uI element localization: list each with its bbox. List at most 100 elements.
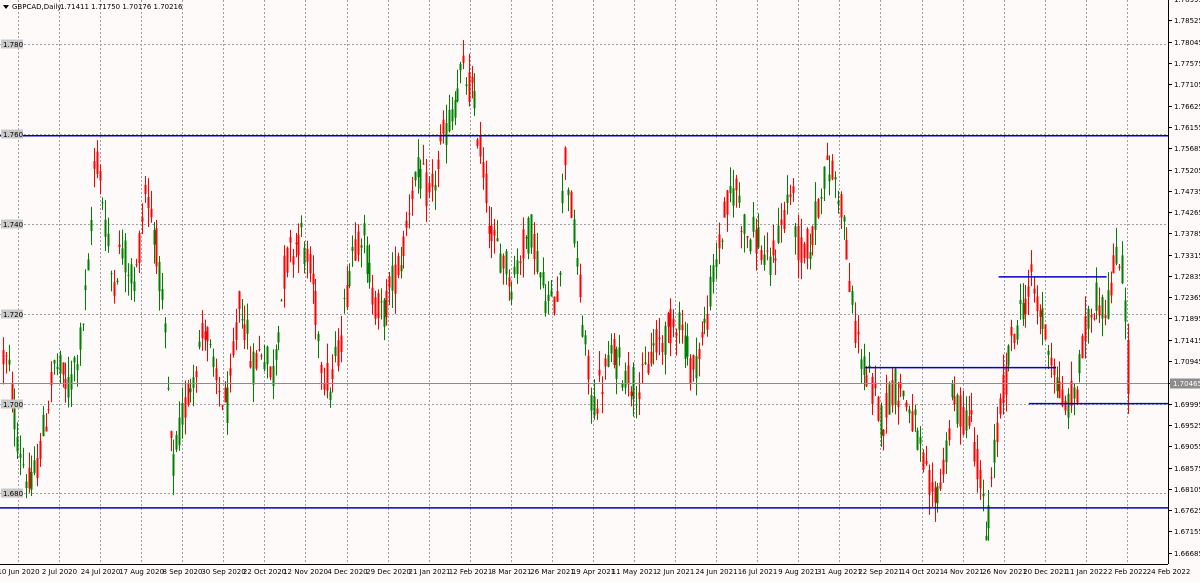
x-tick-label: 8 Sep 2020 (163, 568, 203, 576)
candle-body (482, 162, 485, 178)
candle-body (806, 228, 809, 259)
candle-body (340, 335, 343, 353)
candle-body (2, 350, 5, 365)
candle-body (1024, 298, 1027, 315)
candle-body (880, 405, 883, 436)
candle-body (689, 358, 692, 384)
candle-body (280, 300, 283, 302)
candle-body (184, 397, 187, 418)
candle-body (70, 374, 73, 390)
x-tick-label: 24 Jun 2021 (695, 568, 737, 576)
candle-body (871, 376, 874, 404)
x-tick-label: 29 Dec 2020 (366, 568, 411, 576)
x-tick-label: 22 Sep 2021 (858, 568, 902, 576)
candle-body (1005, 365, 1008, 395)
candle-body (885, 392, 888, 418)
candle-body (792, 186, 795, 193)
candle-body (47, 409, 50, 411)
candle-body (150, 208, 153, 218)
candle-body (573, 219, 576, 244)
candle-body (650, 351, 653, 364)
candle-body (692, 355, 695, 370)
candle-body (170, 431, 173, 438)
chart-window[interactable]: 1.780 1.760 1.740 1.720 1.700 1.680 10 Jun 20… (0, 0, 1200, 578)
candle-body (224, 387, 227, 403)
candle-body (499, 253, 502, 273)
candle-body (206, 327, 209, 342)
candle-body (289, 237, 292, 243)
candle-body (749, 239, 752, 252)
candle-body (613, 339, 616, 365)
price-tick-label: 1.78995 (1174, 0, 1200, 4)
candle-body (774, 258, 777, 261)
candle-body (590, 395, 593, 411)
candlestick-chart[interactable]: 1.780 1.760 1.740 1.720 1.700 1.680 10 Jun 20… (0, 0, 1200, 578)
candle-body (104, 219, 107, 237)
candle-body (204, 331, 207, 340)
price-tick-label: 1.72835 (1174, 273, 1200, 281)
candle-body (732, 188, 735, 206)
candle-body (1044, 324, 1047, 340)
candle-body (397, 256, 400, 275)
candle-body (766, 250, 769, 252)
price-tick-label: 1.77575 (1174, 60, 1200, 68)
x-tick-label: 12 Nov 2020 (283, 568, 328, 576)
candle-body (252, 351, 255, 385)
candle-body (144, 184, 147, 195)
candle-body (400, 265, 403, 272)
candle-body (348, 271, 351, 287)
candle-body (579, 274, 582, 298)
candle (255, 349, 258, 371)
candle-body (437, 159, 440, 170)
candle-body (681, 324, 684, 331)
x-tick-label: 26 Mar 2021 (530, 568, 574, 576)
candle-body (550, 290, 553, 297)
candle-body (570, 191, 573, 218)
candle-body (198, 341, 201, 348)
candle-body (706, 314, 709, 330)
candle-body (652, 343, 655, 346)
candle-body (354, 239, 357, 261)
candle-body (564, 147, 567, 166)
candle-body (928, 470, 931, 495)
candle-body (559, 272, 562, 275)
candle-body (110, 273, 113, 275)
candle-body (195, 371, 198, 378)
candle-body (425, 172, 428, 207)
price-tick-label: 1.75685 (1174, 145, 1200, 153)
candle-body (269, 366, 272, 378)
candle-body (544, 301, 547, 314)
candle-body (1041, 307, 1044, 330)
candle-body (561, 190, 564, 204)
candle-body (990, 477, 993, 479)
candle-body (553, 296, 556, 314)
candle-body (587, 355, 590, 380)
x-tick-label: 19 Apr 2021 (572, 568, 615, 576)
candle-body (178, 417, 181, 446)
price-tick-label: 1.68105 (1174, 486, 1200, 494)
candle-body (987, 505, 990, 529)
candle-body (1087, 308, 1090, 329)
candle-body (738, 195, 741, 203)
candle-body (843, 216, 846, 222)
level-label: 1.740 (3, 221, 23, 229)
candle-body (902, 390, 905, 397)
candle-body (630, 391, 633, 397)
candle-body (695, 356, 698, 379)
price-tick-label: 1.72365 (1174, 294, 1200, 302)
candle-body (454, 100, 457, 118)
x-tick-label: 2 Feb 2022 (1108, 568, 1147, 576)
x-tick-label: 8 Mar 2021 (492, 568, 532, 576)
price-tick-label: 1.78525 (1174, 17, 1200, 25)
candle-body (258, 349, 261, 351)
candle-body (1010, 326, 1013, 336)
candle-body (16, 437, 19, 452)
candle-body (260, 355, 263, 357)
candle-body (1047, 350, 1050, 355)
candle-body (624, 370, 627, 388)
candle-body (25, 481, 28, 489)
candle-body (752, 216, 755, 232)
candle-body (30, 472, 33, 490)
candle-body (686, 336, 689, 357)
x-tick-label: 2 Jun 2021 (657, 568, 695, 576)
